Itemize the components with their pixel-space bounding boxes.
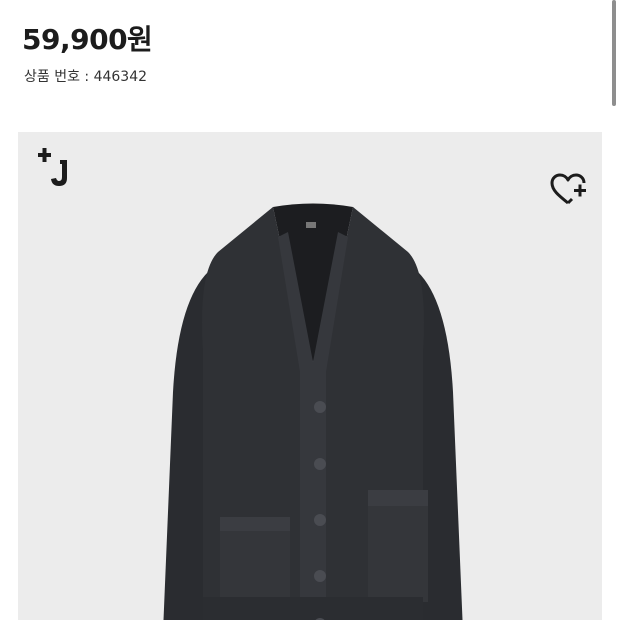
heart-plus-icon[interactable]	[548, 170, 588, 210]
scrollbar[interactable]	[612, 0, 616, 106]
cardigan-image	[163, 203, 463, 620]
product-number: 상품 번호 : 446342	[24, 69, 148, 85]
plus-j-logo-icon	[38, 148, 67, 186]
product-image-area[interactable]	[18, 132, 602, 620]
product-price: 59,900원	[22, 23, 153, 56]
